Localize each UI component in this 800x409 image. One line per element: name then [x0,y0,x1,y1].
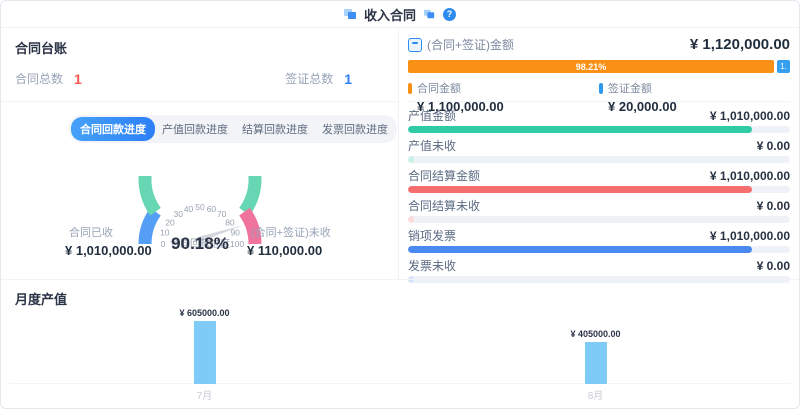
legend-mark-contract [408,83,412,94]
metric-value: ¥ 1,010,000.00 [710,109,790,123]
stat-visa-count: 签证总数 1 [285,70,352,87]
metric-row: 产值金额 ¥ 1,010,000.00 [408,109,790,133]
monthly-output-section: 月度产值 ¥ 605000.007月¥ 405000.008月 [1,279,799,408]
page-title: 收入合同 [364,5,416,24]
bar-value-label: ¥ 605000.00 [179,308,229,318]
contract-icon-right[interactable] [424,9,435,19]
bar-value-label: ¥ 405000.00 [570,329,620,339]
total-amount-row: (合同+签证)金额 ¥ 1,120,000.00 [408,36,790,53]
metric-value: ¥ 0.00 [757,259,790,273]
metric-label: 销项发票 [408,229,456,243]
gauge-tick-label: 50 [195,202,205,212]
page-header: 收入合同 ? [1,1,799,28]
metric-label: 合同结算未收 [408,199,480,213]
stat-value: 1 [74,71,82,87]
metric-fill [408,156,414,163]
metric-track [408,216,790,223]
metric-value: ¥ 1,010,000.00 [710,229,790,243]
stat-label: 签证总数 [285,70,333,87]
help-icon[interactable]: ? [443,8,456,21]
total-amount-value: ¥ 1,120,000.00 [690,36,790,53]
metric-label: 发票未收 [408,259,456,273]
x-axis-line [9,383,791,384]
gauge-tick-label: 30 [174,209,184,219]
monthly-title: 月度产值 [15,289,67,308]
metric-value: ¥ 1,010,000.00 [710,169,790,183]
metric-row: 产值未收 ¥ 0.00 [408,139,790,163]
ledger-panel: 合同台账 合同总数 1 签证总数 1 合同回款进度产值回款进度结算回款进度发票回… [1,28,399,279]
unreceived-value: ¥ 110,000.00 [247,243,331,258]
gauge-tick-label: 60 [207,204,217,214]
gauge-section: 合同回款进度产值回款进度结算回款进度发票回款进度 010203040506070… [1,102,398,278]
stat-value: 1 [344,71,352,87]
summary-header-section: (合同+签证)金额 ¥ 1,120,000.00 98.21% 1. 合同金额 … [408,28,790,102]
received-label: 合同已收 [69,224,152,240]
document-icon [408,38,422,52]
metric-label: 产值金额 [408,109,456,123]
metric-track [408,186,790,193]
main-content: 合同台账 合同总数 1 签证总数 1 合同回款进度产值回款进度结算回款进度发票回… [1,28,799,279]
metric-label: 产值未收 [408,139,456,153]
x-axis-label: 7月 [197,387,213,402]
metric-row: 合同结算未收 ¥ 0.00 [408,199,790,223]
tab-结算回款进度[interactable]: 结算回款进度 [235,118,315,140]
tab-产值回款进度[interactable]: 产值回款进度 [155,118,235,140]
bar [194,321,216,384]
metric-fill [408,126,752,133]
metric-track [408,156,790,163]
composition-bar: 98.21% 1. [408,60,790,73]
ledger-stats: 合同总数 1 签证总数 1 [15,70,384,87]
metric-fill [408,246,752,253]
ledger-title: 合同台账 [15,38,384,57]
month-bar-group: ¥ 605000.007月 [179,308,229,384]
metric-track [408,246,790,253]
metric-row: 合同结算金额 ¥ 1,010,000.00 [408,169,790,193]
total-amount-label-wrap: (合同+签证)金额 [408,36,514,53]
unreceived-stat: (合同+签证)未收 ¥ 110,000.00 [247,224,331,258]
metric-value: ¥ 0.00 [757,139,790,153]
received-stat: 合同已收 ¥ 1,010,000.00 [65,224,152,258]
progress-tabs: 合同回款进度产值回款进度结算回款进度发票回款进度 [69,115,397,143]
legend-label: 签证金额 [608,80,652,96]
visa-bar-segment: 1. [777,60,790,73]
ledger-header-section: 合同台账 合同总数 1 签证总数 1 [1,28,398,102]
summary-metrics: 产值金额 ¥ 1,010,000.00 产值未收 ¥ 0.00 合同结算金额 ¥ 1,01… [408,102,790,289]
legend-mark-visa [599,83,603,94]
metric-fill [408,186,752,193]
contract-icon-left[interactable] [344,8,357,20]
metric-track [408,126,790,133]
unreceived-label: (合同+签证)未收 [251,224,331,240]
total-amount-label: (合同+签证)金额 [427,36,514,53]
x-axis-label: 8月 [588,387,604,402]
stat-label: 合同总数 [15,70,63,87]
metric-label: 合同结算金额 [408,169,480,183]
tab-发票回款进度[interactable]: 发票回款进度 [315,118,395,140]
legend-label: 合同金额 [417,80,461,96]
month-bar-group: ¥ 405000.008月 [570,329,620,384]
gauge-tick-label: 80 [225,217,235,227]
stat-contract-count: 合同总数 1 [15,70,82,87]
received-value: ¥ 1,010,000.00 [65,243,152,258]
monthly-chart: ¥ 605000.007月¥ 405000.008月 [9,308,791,404]
metric-value: ¥ 0.00 [757,199,790,213]
summary-panel: (合同+签证)金额 ¥ 1,120,000.00 98.21% 1. 合同金额 … [399,28,799,279]
tab-合同回款进度[interactable]: 合同回款进度 [71,117,155,141]
gauge-percent: 90.18% [1,234,399,254]
contract-bar-segment: 98.21% [408,60,774,73]
gauge-tick-label: 40 [184,204,194,214]
metric-fill [408,216,414,223]
metric-row: 销项发票 ¥ 1,010,000.00 [408,229,790,253]
app-window: 收入合同 ? 合同台账 合同总数 1 签证总数 1 [0,0,800,409]
bar [585,342,607,384]
